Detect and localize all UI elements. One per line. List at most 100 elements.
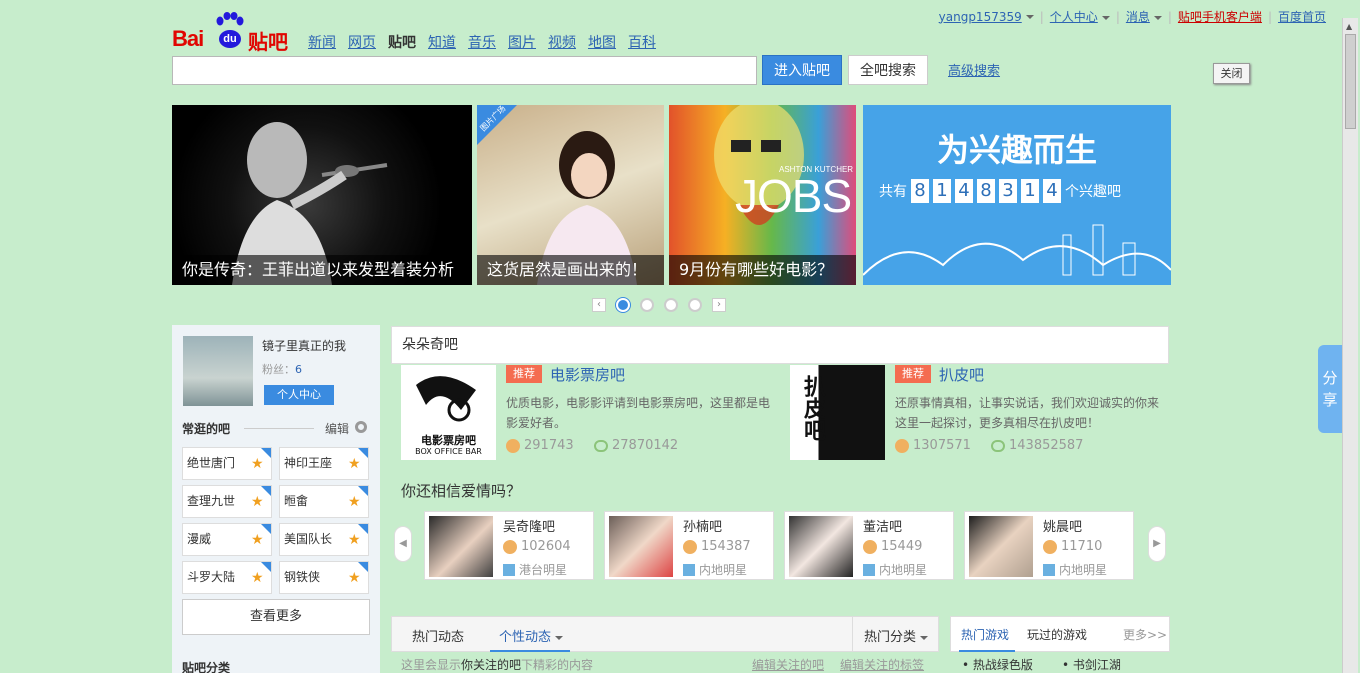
bar-item[interactable]: 漫威 ★ xyxy=(182,523,272,556)
bar-card[interactable]: 姚晨吧 11710 内地明星 xyxy=(964,511,1134,580)
search-input[interactable] xyxy=(172,56,757,85)
baidu-home-link[interactable]: 百度首页 xyxy=(1272,8,1332,25)
bar-name: 漫威 xyxy=(187,532,212,546)
messages-text: 消息 xyxy=(1125,10,1150,24)
share-button[interactable]: 分享 xyxy=(1318,345,1342,433)
banner-movies[interactable]: ASHTON KUTCHER JOBS 9月份有哪些好电影？ xyxy=(669,105,856,285)
banner-wangfei[interactable]: 你是传奇：王菲出道以来发型着装分析 xyxy=(172,105,472,285)
scroll-up-icon[interactable]: ▲ xyxy=(1346,22,1352,31)
chevron-down-icon xyxy=(555,635,564,640)
bar-name: 斗罗大陆 xyxy=(187,570,236,584)
product-nav: 新闻 网页 贴吧 知道 音乐 图片 视频 地图 百科 xyxy=(308,32,656,52)
bar-card-count-value: 102604 xyxy=(521,539,571,554)
nav-video[interactable]: 视频 xyxy=(548,32,576,52)
avatar[interactable] xyxy=(183,336,253,406)
bar-name: 暅畬 xyxy=(284,494,309,508)
bar-card[interactable]: 孙楠吧 154387 内地明星 xyxy=(604,511,774,580)
tab-played-games[interactable]: 玩过的游戏 xyxy=(1027,626,1087,643)
username-link[interactable]: yangp157359 xyxy=(933,10,1040,24)
top-bar: yangp157359 | 个人中心 | 消息 | 贴吧手机客户端 | 百度首页 xyxy=(933,8,1332,25)
hot-category-label: 热门分类 xyxy=(864,630,917,645)
bar-item[interactable]: 绝世唐门 ★ xyxy=(182,447,272,480)
corner-mark xyxy=(261,448,271,458)
bar-card-name: 姚晨吧 xyxy=(1043,520,1083,535)
game-item[interactable]: • 书剑江湖 xyxy=(1062,656,1121,673)
nav-news[interactable]: 新闻 xyxy=(308,32,336,52)
banner-painting[interactable]: 图片广场 这货居然是画出来的！ xyxy=(477,105,664,285)
interest-title: 为兴趣而生 xyxy=(936,131,1097,169)
personal-center-button[interactable]: 个人中心 xyxy=(264,385,334,405)
chevron-right-icon[interactable]: › xyxy=(712,298,726,312)
nav-music[interactable]: 音乐 xyxy=(468,32,496,52)
hot-category-dropdown[interactable]: 热门分类 xyxy=(864,626,929,645)
tab-hot-feed[interactable]: 热门动态 xyxy=(412,626,464,645)
search-all-button[interactable]: 全吧搜索 xyxy=(848,55,928,85)
bar-item[interactable]: 查理九世 ★ xyxy=(182,485,272,518)
bar-item[interactable]: 神印王座 ★ xyxy=(279,447,369,480)
carousel-dot[interactable] xyxy=(664,298,678,312)
tag-icon xyxy=(863,563,875,576)
nav-images[interactable]: 图片 xyxy=(508,32,536,52)
carousel-dot[interactable] xyxy=(640,298,654,312)
bar-card-category-value: 港台明星 xyxy=(519,563,568,577)
view-more-button[interactable]: 查看更多 xyxy=(182,599,370,635)
banner-interest[interactable]: 为兴趣而生 共有 8 1 4 8 3 1 4 个兴趣吧 xyxy=(863,105,1171,285)
corner-mark xyxy=(261,524,271,534)
personal-center-link[interactable]: 个人中心 xyxy=(1044,8,1116,25)
bar-card[interactable]: 董洁吧 15449 内地明星 xyxy=(784,511,954,580)
interest-counter: 共有 8 1 4 8 3 1 4 个兴趣吧 xyxy=(879,179,1121,203)
logo-bai-text: Bai xyxy=(172,26,204,51)
bar-item[interactable]: 暅畬 ★ xyxy=(279,485,369,518)
nav-web[interactable]: 网页 xyxy=(348,32,376,52)
bar-item[interactable]: 美国队长 ★ xyxy=(279,523,369,556)
mobile-client-link[interactable]: 贴吧手机客户端 xyxy=(1172,8,1268,25)
gear-icon[interactable] xyxy=(355,421,367,433)
counter-digit: 1 xyxy=(1021,179,1039,203)
chevron-left-icon[interactable]: ◀ xyxy=(394,526,412,562)
members-stat: 1307571 xyxy=(895,438,971,453)
bar-card-count: 15449 xyxy=(863,539,922,554)
edit-followed-bars-link[interactable]: 编辑关注的吧 xyxy=(752,656,824,673)
carousel-dot[interactable] xyxy=(616,298,630,312)
enter-tieba-button[interactable]: 进入贴吧 xyxy=(762,55,842,85)
nav-zhidao[interactable]: 知道 xyxy=(428,32,456,52)
user-name[interactable]: 镜子里真正的我 xyxy=(262,337,346,354)
games-more-link[interactable]: 更多>> xyxy=(1123,626,1167,643)
bar-card-count-value: 11710 xyxy=(1061,539,1103,554)
chevron-right-icon[interactable]: ▶ xyxy=(1148,526,1166,562)
featured-bar-title[interactable]: 扒皮吧 xyxy=(939,364,984,385)
chevron-left-icon[interactable]: ‹ xyxy=(592,298,606,312)
bar-name: 绝世唐门 xyxy=(187,456,236,470)
scrollbar-thumb[interactable] xyxy=(1345,34,1356,129)
tag-icon xyxy=(503,563,515,576)
featured-bar-title[interactable]: 电影票房吧 xyxy=(550,364,625,385)
nav-map[interactable]: 地图 xyxy=(588,32,616,52)
tab-hot-games[interactable]: 热门游戏 xyxy=(961,626,1009,643)
advanced-search-link[interactable]: 高级搜索 xyxy=(948,60,1000,79)
baidu-tieba-logo[interactable]: Bai du 贴吧 xyxy=(172,12,292,54)
featured-bar-desc: 还原事情真相，让事实说话，我们欢迎诚实的你来这里一起探讨，更多真相尽在扒皮吧！ xyxy=(895,396,1160,430)
edit-followed-tags-link[interactable]: 编辑关注的标签 xyxy=(840,656,924,673)
bar-item[interactable]: 钢铁侠 ★ xyxy=(279,561,369,594)
messages-link[interactable]: 消息 xyxy=(1120,8,1168,25)
fans-value[interactable]: 6 xyxy=(295,363,302,376)
vertical-scrollbar[interactable]: ▲ xyxy=(1342,18,1358,673)
box-office-bar-image[interactable]: 电影票房吧 BOX OFFICE BAR xyxy=(401,365,496,460)
close-button[interactable]: 关闭 xyxy=(1213,63,1250,84)
game-item[interactable]: • 热战绿色版 xyxy=(962,656,1033,673)
user-panel: 镜子里真正的我 粉丝：6 个人中心 常逛的吧 编辑 绝世唐门 ★ 神印王座 ★ 查理… xyxy=(172,325,380,673)
counter-digit: 8 xyxy=(911,179,929,203)
fans-count: 粉丝：6 xyxy=(262,361,302,377)
posts-stat: 27870142 xyxy=(594,438,678,453)
bar-item[interactable]: 斗罗大陆 ★ xyxy=(182,561,272,594)
counter-suffix: 个兴趣吧 xyxy=(1065,184,1121,200)
nav-tieba[interactable]: 贴吧 xyxy=(388,32,416,52)
bapi-bar-image[interactable]: 扒皮吧 xyxy=(790,365,885,460)
edit-link[interactable]: 编辑 xyxy=(325,420,349,437)
bar-card[interactable]: 吴奇隆吧 102604 港台明星 xyxy=(424,511,594,580)
nav-baike[interactable]: 百科 xyxy=(628,32,656,52)
tab-personal-feed[interactable]: 个性动态 xyxy=(499,626,564,645)
bar-card-photo xyxy=(609,516,673,577)
counter-digit: 1 xyxy=(933,179,951,203)
carousel-dot[interactable] xyxy=(688,298,702,312)
